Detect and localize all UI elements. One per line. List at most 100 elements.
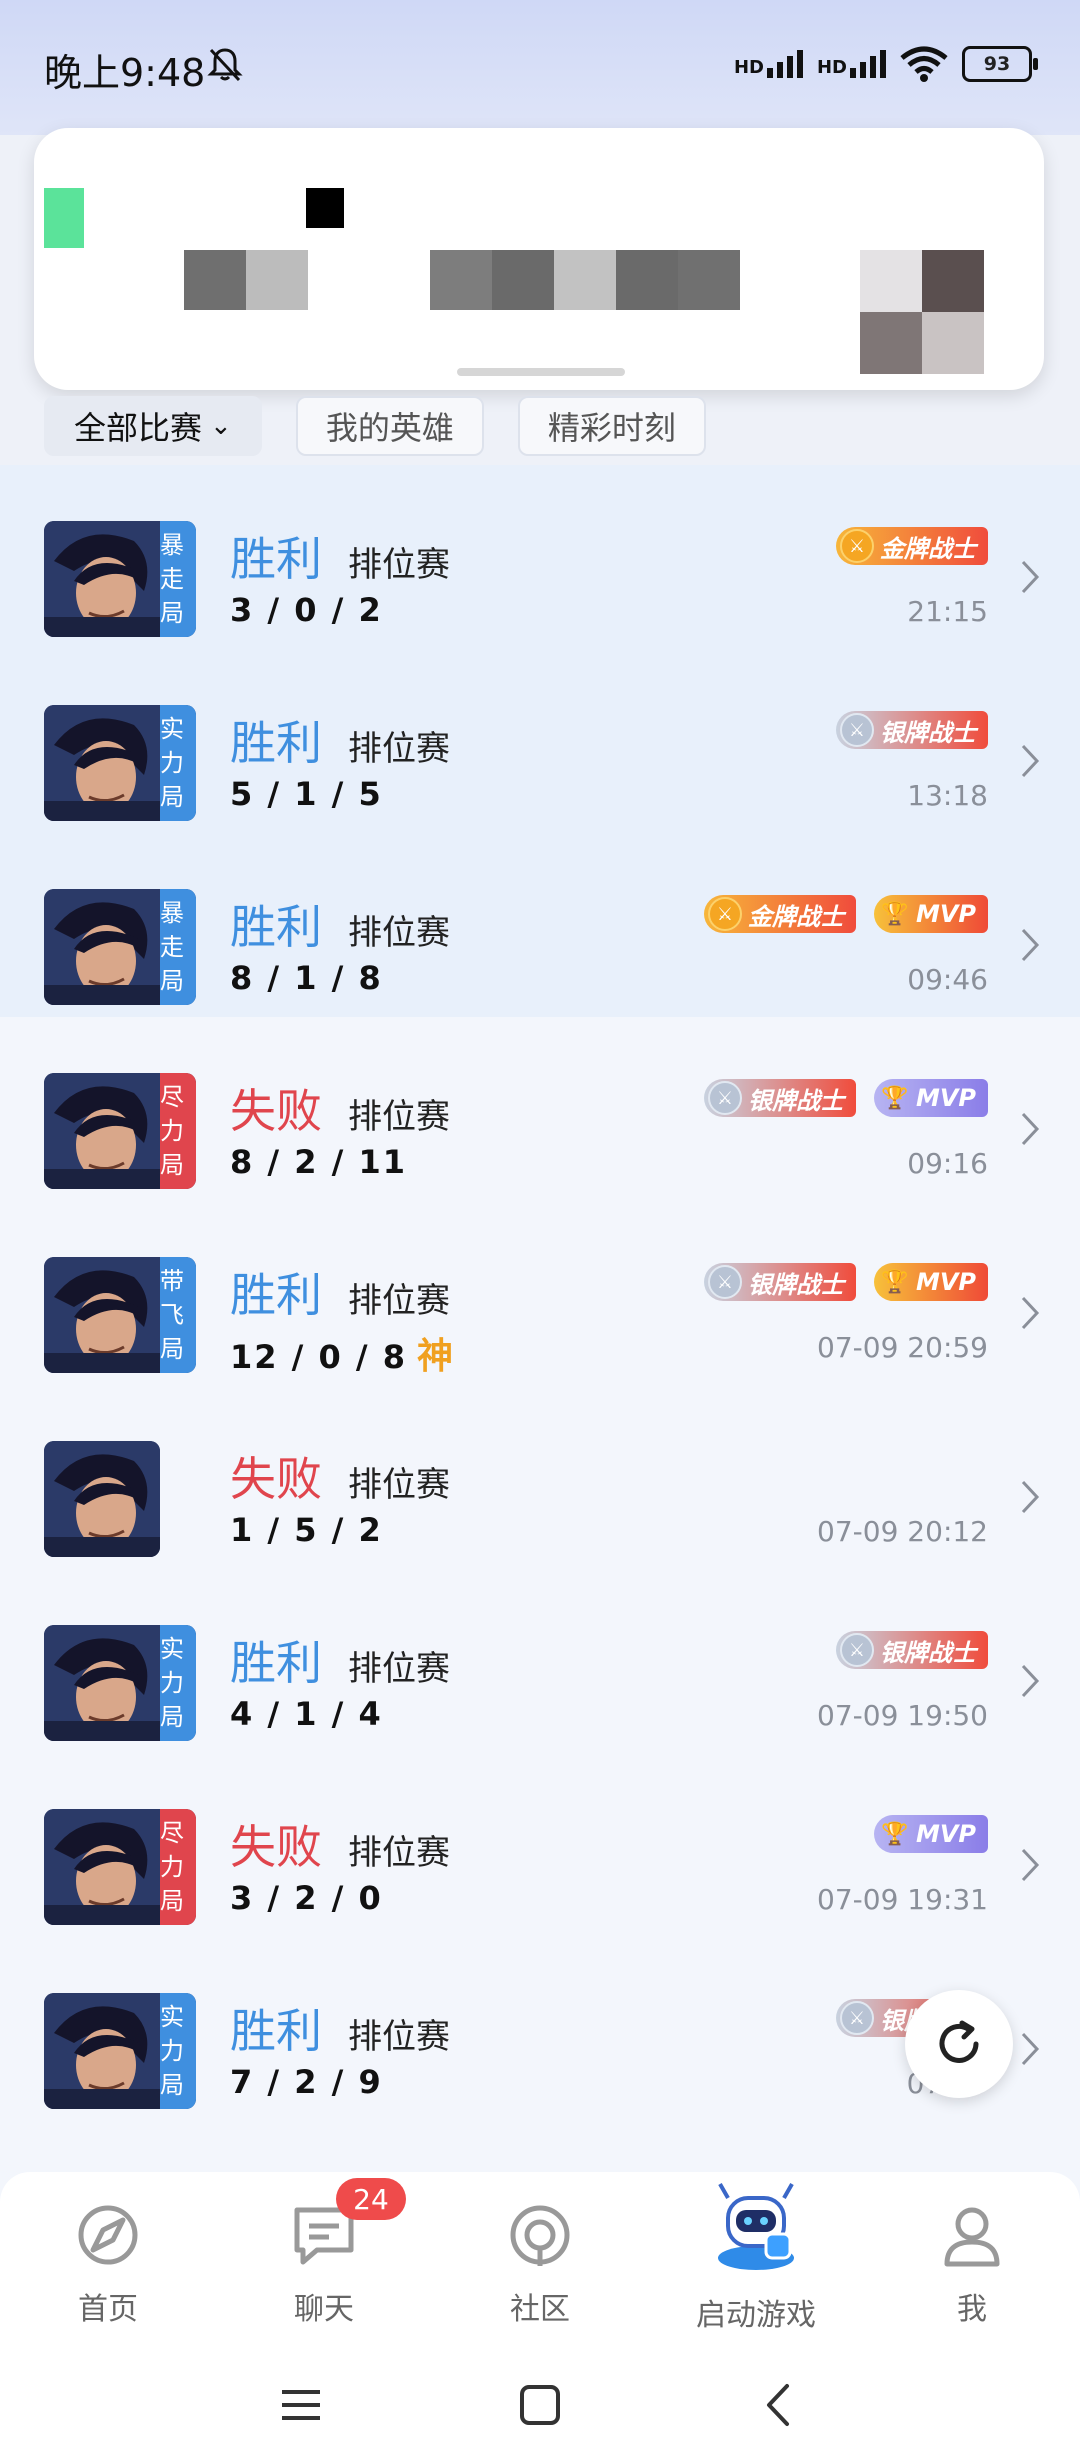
match-time: 09:16 [907,1147,988,1180]
drag-handle[interactable] [457,368,625,376]
hero-portrait [44,1073,160,1189]
chevron-right-icon [1021,1664,1040,1698]
filter-highlights[interactable]: 精彩时刻 [517,396,706,456]
pixel-block [246,250,308,310]
home-square-icon[interactable] [515,2380,565,2430]
match-time: 09:46 [907,963,988,996]
hero-portrait [44,1257,160,1373]
achievement-badges: ⚔ 金牌战士 🏆 MVP [703,895,988,933]
match-kda: 4 / 1 / 4 [230,1695,383,1733]
robot-mascot-icon [718,2183,794,2270]
trophy-icon: ⚔ [840,1633,874,1667]
broadcast-icon [510,2205,570,2266]
trophy-icon: ⚔ [707,1265,742,1299]
match-result: 失败 [230,1820,322,1874]
match-row[interactable]: 尽力局 失败 排位赛 3 / 2 / 0 🏆 MVP 07-09 19:31 [0,1753,1080,1937]
match-kda: 5 / 1 / 5 [230,775,383,813]
trophy-icon: ⚔ [840,713,874,747]
match-mode: 排位赛 [348,729,450,769]
chevron-right-icon [1021,744,1040,778]
menu-icon[interactable] [276,2380,326,2430]
achievement-badges: ⚔ 银牌战士 🏆 MVP [703,1263,988,1301]
match-kda: 8 / 1 / 8 [230,959,383,997]
trophy-icon: ⚔ [840,529,874,563]
match-tag: 带飞局 [160,1257,196,1373]
mvp-badge: 🏆 MVP [873,1815,988,1853]
mvp-badge: 🏆 MVP [873,1263,988,1301]
match-row[interactable]: 带飞局 胜利 排位赛 12 / 0 / 8 神 ⚔ 银牌战士 🏆 MVP 07-09 20:59 [0,1201,1080,1385]
chevron-right-icon [1021,2032,1040,2066]
wifi-icon [900,46,948,82]
rank-badge: ⚔ 金牌战士 [703,895,856,933]
match-result: 失败 [230,1084,322,1138]
trophy-icon: ⚔ [707,897,742,931]
pixel-block [860,250,922,312]
match-mode: 排位赛 [348,1281,450,1321]
rank-badge: ⚔ 金牌战士 [836,527,988,565]
match-row[interactable]: 暴走局 胜利 排位赛 8 / 1 / 8 ⚔ 金牌战士 🏆 MVP 09:46 [0,833,1080,1017]
hero-portrait [44,521,160,637]
match-time: 13:18 [907,779,988,812]
status-time: 晚上9:48 [44,51,206,95]
match-row[interactable]: 实力局 胜利 排位赛 4 / 1 / 4 ⚔ 银牌战士 07-09 19:50 [0,1569,1080,1753]
pixel-block [922,250,984,312]
match-row[interactable]: 暴走局 胜利 排位赛 3 / 0 / 2 ⚔ 金牌战士 21:15 [0,465,1080,649]
pixel-block [678,250,740,310]
overlay-card[interactable] [34,128,1044,390]
refresh-button[interactable] [905,1990,1013,2098]
match-kda: 1 / 5 / 2 [230,1511,383,1549]
chevron-right-icon [1021,1480,1040,1514]
trophy-icon: 🏆 [881,901,909,927]
hero-portrait [44,1809,160,1925]
trophy-icon: 🏆 [881,1821,909,1847]
match-time: 21:15 [907,595,988,628]
tab-chat[interactable]: 24 聊天 [216,2172,432,2350]
match-row[interactable]: 尽力局 失败 排位赛 8 / 2 / 11 ⚔ 银牌战士 🏆 MVP 09:16 [0,1017,1080,1201]
trophy-icon: 🏆 [881,1269,909,1295]
match-tag: 暴走局 [160,521,196,637]
hero-avatar: 尽力局 [44,1809,196,1925]
back-icon[interactable] [755,2380,805,2430]
match-mode: 排位赛 [348,1097,450,1137]
user-icon [944,2207,1000,2267]
match-time: 07-09 20:12 [817,1515,988,1548]
hero-avatar: 暴走局 [44,521,196,637]
bottom-tab-bar: 首页 24 聊天 社区 启动游戏 我 [0,2172,1080,2350]
pixel-block [44,188,84,248]
pixel-block [616,250,678,310]
pixel-block [306,188,344,228]
pixel-block [860,312,922,374]
filter-all-matches[interactable]: 全部比赛 ⌄ [44,396,262,456]
filter-my-heroes[interactable]: 我的英雄 [295,396,484,456]
mvp-badge: 🏆 MVP [873,1079,988,1117]
rank-badge: ⚔银牌战士 [836,711,988,749]
hero-portrait [44,1993,160,2109]
tab-community[interactable]: 社区 [432,2172,648,2350]
filter-tabs: 全部比赛 ⌄ 我的英雄 精彩时刻 [44,396,706,456]
compass-icon [78,2205,138,2265]
chevron-right-icon [1021,1112,1040,1146]
match-row[interactable]: 失败 排位赛 1 / 5 / 2 07-09 20:12 [0,1385,1080,1569]
unread-count-badge: 24 [336,2178,406,2220]
hero-portrait [44,1441,160,1557]
pixel-block [184,250,246,310]
pixel-block [430,250,492,310]
match-time: 07-09 19:50 [817,1699,988,1732]
match-mode: 排位赛 [348,2017,450,2057]
pixel-block [554,250,616,310]
pixel-block [196,208,234,248]
hero-portrait [44,705,160,821]
match-row[interactable]: 实力局 胜利 排位赛 5 / 1 / 5 ⚔ 银牌战士 13:18 [0,649,1080,833]
refresh-icon [939,2020,979,2063]
chevron-down-icon: ⌄ [210,411,232,441]
match-mode: 排位赛 [348,1649,450,1689]
match-result: 胜利 [230,716,322,770]
tab-launch-game[interactable]: 启动游戏 [648,2172,864,2350]
system-nav-bar [0,2350,1080,2460]
tab-home[interactable]: 首页 [0,2172,216,2350]
match-result: 胜利 [230,900,322,954]
tab-me[interactable]: 我 [864,2172,1080,2350]
match-tag: 实力局 [160,1993,196,2109]
trophy-icon: ⚔ [840,2001,874,2035]
battery-indicator: 93 [962,46,1038,82]
